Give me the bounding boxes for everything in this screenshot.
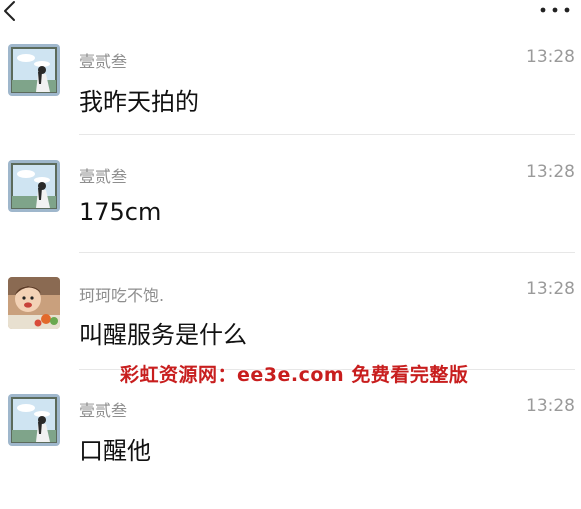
divider: [79, 252, 575, 253]
message-time: 13:28: [526, 162, 575, 182]
sender-name: 珂珂吃不饱.: [79, 286, 165, 305]
scenic-avatar-image: [8, 394, 60, 446]
avatar[interactable]: [8, 160, 60, 212]
sender-name: 壹贰叁: [79, 401, 128, 420]
avatar[interactable]: [8, 277, 60, 329]
avatar[interactable]: [8, 394, 60, 446]
message-text: 口醒他: [79, 437, 151, 465]
child-avatar-image: [8, 277, 60, 329]
message-text: 我昨天拍的: [79, 88, 199, 116]
sender-name: 壹贰叁: [79, 52, 128, 71]
top-bar: [0, 0, 581, 30]
chevron-left-icon[interactable]: [0, 0, 22, 24]
divider: [79, 134, 575, 135]
sender-name: 壹贰叁: [79, 167, 128, 186]
avatar[interactable]: [8, 44, 60, 96]
watermark-text: 彩虹资源网：ee3e.com 免费看完整版: [120, 364, 469, 386]
message-time: 13:28: [526, 279, 575, 299]
message-time: 13:28: [526, 396, 575, 416]
scenic-avatar-image: [8, 160, 60, 212]
more-horizontal-icon[interactable]: [535, 1, 575, 19]
scenic-avatar-image: [8, 44, 60, 96]
message-text: 175cm: [79, 198, 162, 226]
message-text: 叫醒服务是什么: [79, 321, 247, 349]
message-time: 13:28: [526, 47, 575, 67]
message-item[interactable]: 壹贰叁 13:28 175cm: [0, 157, 581, 275]
message-item[interactable]: 壹贰叁 13:28 我昨天拍的: [0, 40, 581, 158]
message-item[interactable]: 壹贰叁 13:28 口醒他: [0, 391, 581, 509]
